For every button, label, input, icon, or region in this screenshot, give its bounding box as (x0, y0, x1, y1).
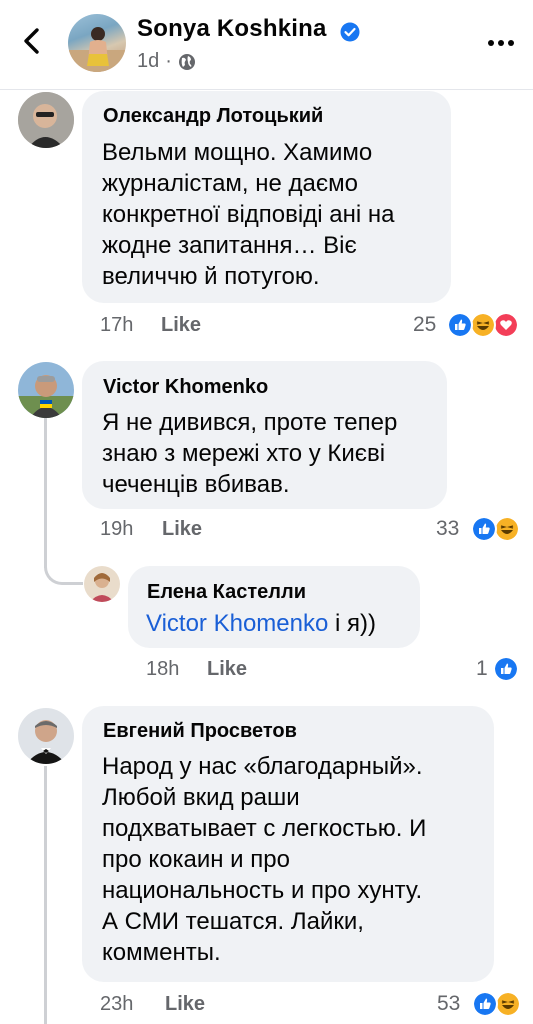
commenter-avatar[interactable] (18, 92, 74, 148)
love-reaction-icon (493, 312, 519, 338)
comment-time[interactable]: 18h (146, 658, 179, 681)
thread-line (44, 416, 47, 568)
commenter-avatar[interactable] (18, 362, 74, 418)
verified-badge-icon (340, 22, 360, 42)
like-button[interactable]: Like (162, 518, 202, 541)
like-reaction-icon (471, 516, 497, 542)
reaction-count[interactable]: 25 (413, 313, 436, 337)
comment-author[interactable]: Елена Кастелли (147, 581, 306, 604)
commenter-avatar[interactable] (84, 566, 120, 602)
comment-author[interactable]: Victor Khomenko (103, 376, 268, 399)
thread-line-curve (44, 560, 83, 585)
comment-author[interactable]: Евгений Просветов (103, 720, 297, 743)
comment-author[interactable]: Олександр Лотоцький (103, 105, 323, 128)
comment-text: Victor Khomenko і я)) (146, 610, 376, 637)
commenter-avatar[interactable] (18, 708, 74, 764)
reaction-count[interactable]: 33 (436, 517, 459, 541)
comment-text: Народ у нас «благодарный». Любой вкид ра… (102, 753, 427, 966)
like-button[interactable]: Like (161, 314, 201, 337)
like-button[interactable]: Like (207, 658, 247, 681)
like-reaction-icon (493, 656, 519, 682)
globe-icon (178, 53, 195, 70)
haha-reaction-icon (470, 312, 496, 338)
post-time: 1d (137, 50, 160, 72)
reaction-count[interactable]: 53 (437, 992, 460, 1016)
comment-time[interactable]: 23h (100, 993, 133, 1016)
like-reaction-icon (472, 991, 498, 1017)
reaction-count[interactable]: 1 (476, 657, 488, 681)
mention-link[interactable]: Victor Khomenko (146, 610, 328, 637)
comment-time[interactable]: 17h (100, 314, 133, 337)
comment-text: Я не дивився, проте тепер знаю з мережі … (102, 409, 398, 498)
haha-reaction-icon (495, 991, 521, 1017)
like-reaction-icon (447, 312, 473, 338)
header-divider (0, 89, 533, 90)
post-meta: 1d · (137, 50, 196, 73)
meta-separator: · (165, 50, 172, 72)
back-arrow-icon[interactable] (18, 26, 48, 56)
author-avatar[interactable] (68, 14, 126, 72)
thread-line (44, 766, 47, 1024)
comment-time[interactable]: 19h (100, 518, 133, 541)
like-button[interactable]: Like (165, 993, 205, 1016)
haha-reaction-icon (494, 516, 520, 542)
author-name[interactable]: Sonya Koshkina (137, 15, 327, 43)
comment-text: Вельми мощно. Хамимо журналістам, не дає… (102, 139, 395, 290)
post-header: Sonya Koshkina 1d · (0, 0, 533, 90)
more-options-icon[interactable] (486, 38, 516, 48)
